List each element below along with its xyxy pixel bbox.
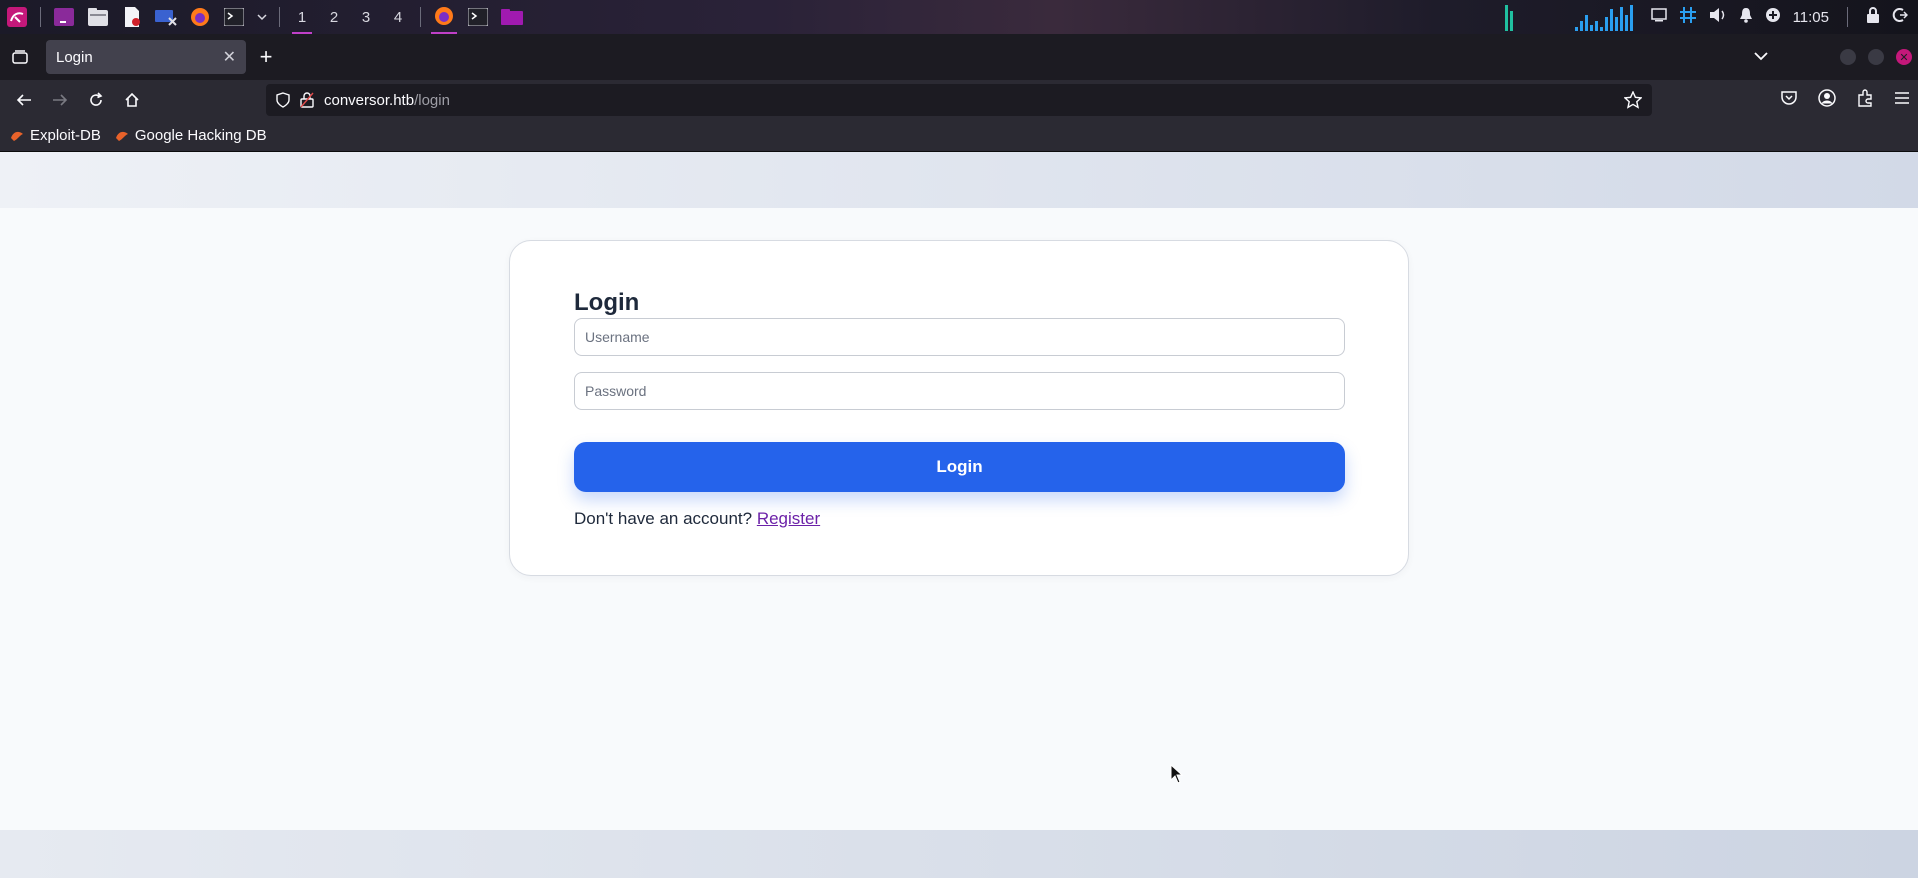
- extensions-icon[interactable]: [1856, 88, 1874, 112]
- login-card: Login Login Don't have an account? Regis…: [509, 240, 1409, 576]
- minimize-icon[interactable]: [1840, 49, 1856, 65]
- cpu-monitor-graph: [1504, 3, 1633, 31]
- firefox-window-icon[interactable]: [431, 0, 457, 34]
- list-all-tabs-icon[interactable]: [1754, 48, 1768, 66]
- tab-login[interactable]: Login ✕: [46, 40, 246, 74]
- terminal-purple-icon[interactable]: [51, 4, 77, 30]
- url-bar[interactable]: conversor.htb/login: [266, 84, 1652, 116]
- mouse-cursor-icon: [1170, 763, 1184, 789]
- chevron-down-icon[interactable]: [255, 4, 269, 30]
- page-title: Login: [574, 289, 640, 316]
- kali-menu-icon[interactable]: [4, 4, 30, 30]
- url-path: /login: [414, 91, 450, 109]
- tab-title: Login: [56, 48, 93, 66]
- menu-icon[interactable]: [1894, 91, 1910, 110]
- back-icon[interactable]: [6, 82, 42, 118]
- lock-icon[interactable]: [1866, 7, 1880, 27]
- no-account-text: Don't have an account?: [574, 509, 753, 528]
- tab-close-icon[interactable]: ✕: [223, 47, 236, 67]
- exploit-db-icon: [10, 130, 24, 142]
- browser-tab-bar: Login ✕ + ✕: [0, 34, 1918, 80]
- bookmark-google-hacking-db[interactable]: Google Hacking DB: [115, 127, 267, 144]
- browser-nav-bar: conversor.htb/login: [0, 80, 1918, 120]
- bookmark-label: Exploit-DB: [30, 127, 101, 144]
- os-top-panel: 1 2 3 4 11:05: [0, 0, 1918, 34]
- bookmark-label: Google Hacking DB: [134, 127, 267, 144]
- new-tab-icon[interactable]: +: [246, 34, 286, 80]
- bookmark-exploit-db[interactable]: Exploit-DB: [10, 127, 101, 144]
- firefox-view-icon[interactable]: [0, 34, 40, 80]
- terminal-icon[interactable]: [221, 4, 247, 30]
- display-icon[interactable]: [1650, 8, 1667, 26]
- text-editor-icon[interactable]: [119, 4, 145, 30]
- maximize-icon[interactable]: [1868, 49, 1884, 65]
- username-input[interactable]: [574, 318, 1345, 356]
- bookmarks-bar: Exploit-DB Google Hacking DB: [0, 120, 1918, 152]
- workspace-1[interactable]: 1: [286, 0, 318, 34]
- header-band: [0, 152, 1918, 208]
- folder-window-icon[interactable]: [499, 4, 525, 30]
- screenshot-icon[interactable]: [153, 4, 179, 30]
- clock[interactable]: 11:05: [1793, 9, 1829, 26]
- volume-icon[interactable]: [1709, 7, 1727, 27]
- page-content: Login Login Don't have an account? Regis…: [0, 152, 1918, 878]
- logout-icon[interactable]: [1892, 7, 1909, 27]
- bookmark-star-icon[interactable]: [1624, 91, 1642, 109]
- panel-separator: [40, 7, 41, 27]
- reload-icon[interactable]: [78, 82, 114, 118]
- home-icon[interactable]: [114, 82, 150, 118]
- power-manager-icon[interactable]: [1765, 7, 1781, 27]
- close-window-icon[interactable]: ✕: [1896, 49, 1912, 65]
- url-host: conversor.htb: [324, 91, 415, 109]
- shield-icon[interactable]: [276, 92, 290, 108]
- register-link[interactable]: Register: [757, 509, 820, 528]
- workspace-4[interactable]: 4: [382, 0, 414, 34]
- network-icon[interactable]: [1679, 6, 1697, 28]
- register-prompt: Don't have an account? Register: [574, 509, 820, 529]
- login-button[interactable]: Login: [574, 442, 1345, 492]
- panel-separator: [420, 7, 421, 27]
- panel-separator: [279, 7, 280, 27]
- panel-separator: [1847, 7, 1848, 27]
- workspace-2[interactable]: 2: [318, 0, 350, 34]
- account-icon[interactable]: [1818, 88, 1836, 112]
- workspace-3[interactable]: 3: [350, 0, 382, 34]
- file-manager-icon[interactable]: [85, 4, 111, 30]
- notification-bell-icon[interactable]: [1739, 7, 1753, 27]
- footer-band: [0, 830, 1918, 878]
- password-input[interactable]: [574, 372, 1345, 410]
- pocket-icon[interactable]: [1780, 90, 1798, 111]
- firefox-icon[interactable]: [187, 4, 213, 30]
- terminal-window-icon[interactable]: [465, 4, 491, 30]
- forward-icon: [42, 82, 78, 118]
- insecure-lock-icon[interactable]: [300, 92, 314, 108]
- google-hacking-db-icon: [115, 130, 129, 142]
